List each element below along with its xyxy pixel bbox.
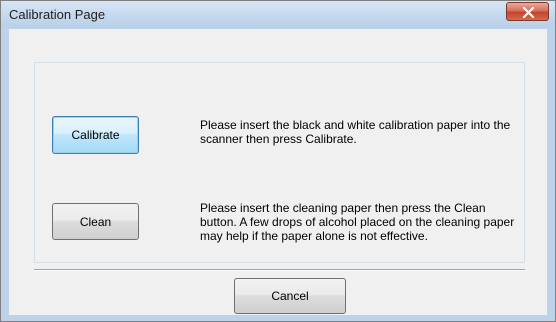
calibrate-instructions-line: Please insert the black and white calibr…: [200, 118, 511, 132]
calibrate-instructions: Please insert the black and white calibr…: [200, 118, 556, 146]
footer-separator: [34, 269, 525, 271]
dialog-window: Calibration Page Calibrate Please insert…: [0, 0, 556, 322]
clean-instructions-line: Please insert the cleaning paper then pr…: [200, 201, 486, 215]
dialog-content: Calibrate Please insert the black and wh…: [9, 29, 547, 315]
calibrate-instructions-line: scanner then press Calibrate.: [200, 132, 357, 146]
clean-instructions-line: may help if the paper alone is not effec…: [200, 229, 428, 243]
close-button[interactable]: [506, 2, 549, 21]
close-icon: [522, 7, 535, 18]
window-title: Calibration Page: [9, 7, 106, 22]
actions-group-box: Calibrate Please insert the black and wh…: [34, 62, 525, 263]
clean-button[interactable]: Clean: [52, 203, 139, 240]
clean-instructions-line: button. A few drops of alcohol placed on…: [200, 215, 515, 229]
cancel-button[interactable]: Cancel: [234, 278, 346, 314]
calibrate-button[interactable]: Calibrate: [52, 116, 139, 154]
clean-instructions: Please insert the cleaning paper then pr…: [200, 201, 556, 243]
title-bar[interactable]: Calibration Page: [1, 1, 555, 28]
